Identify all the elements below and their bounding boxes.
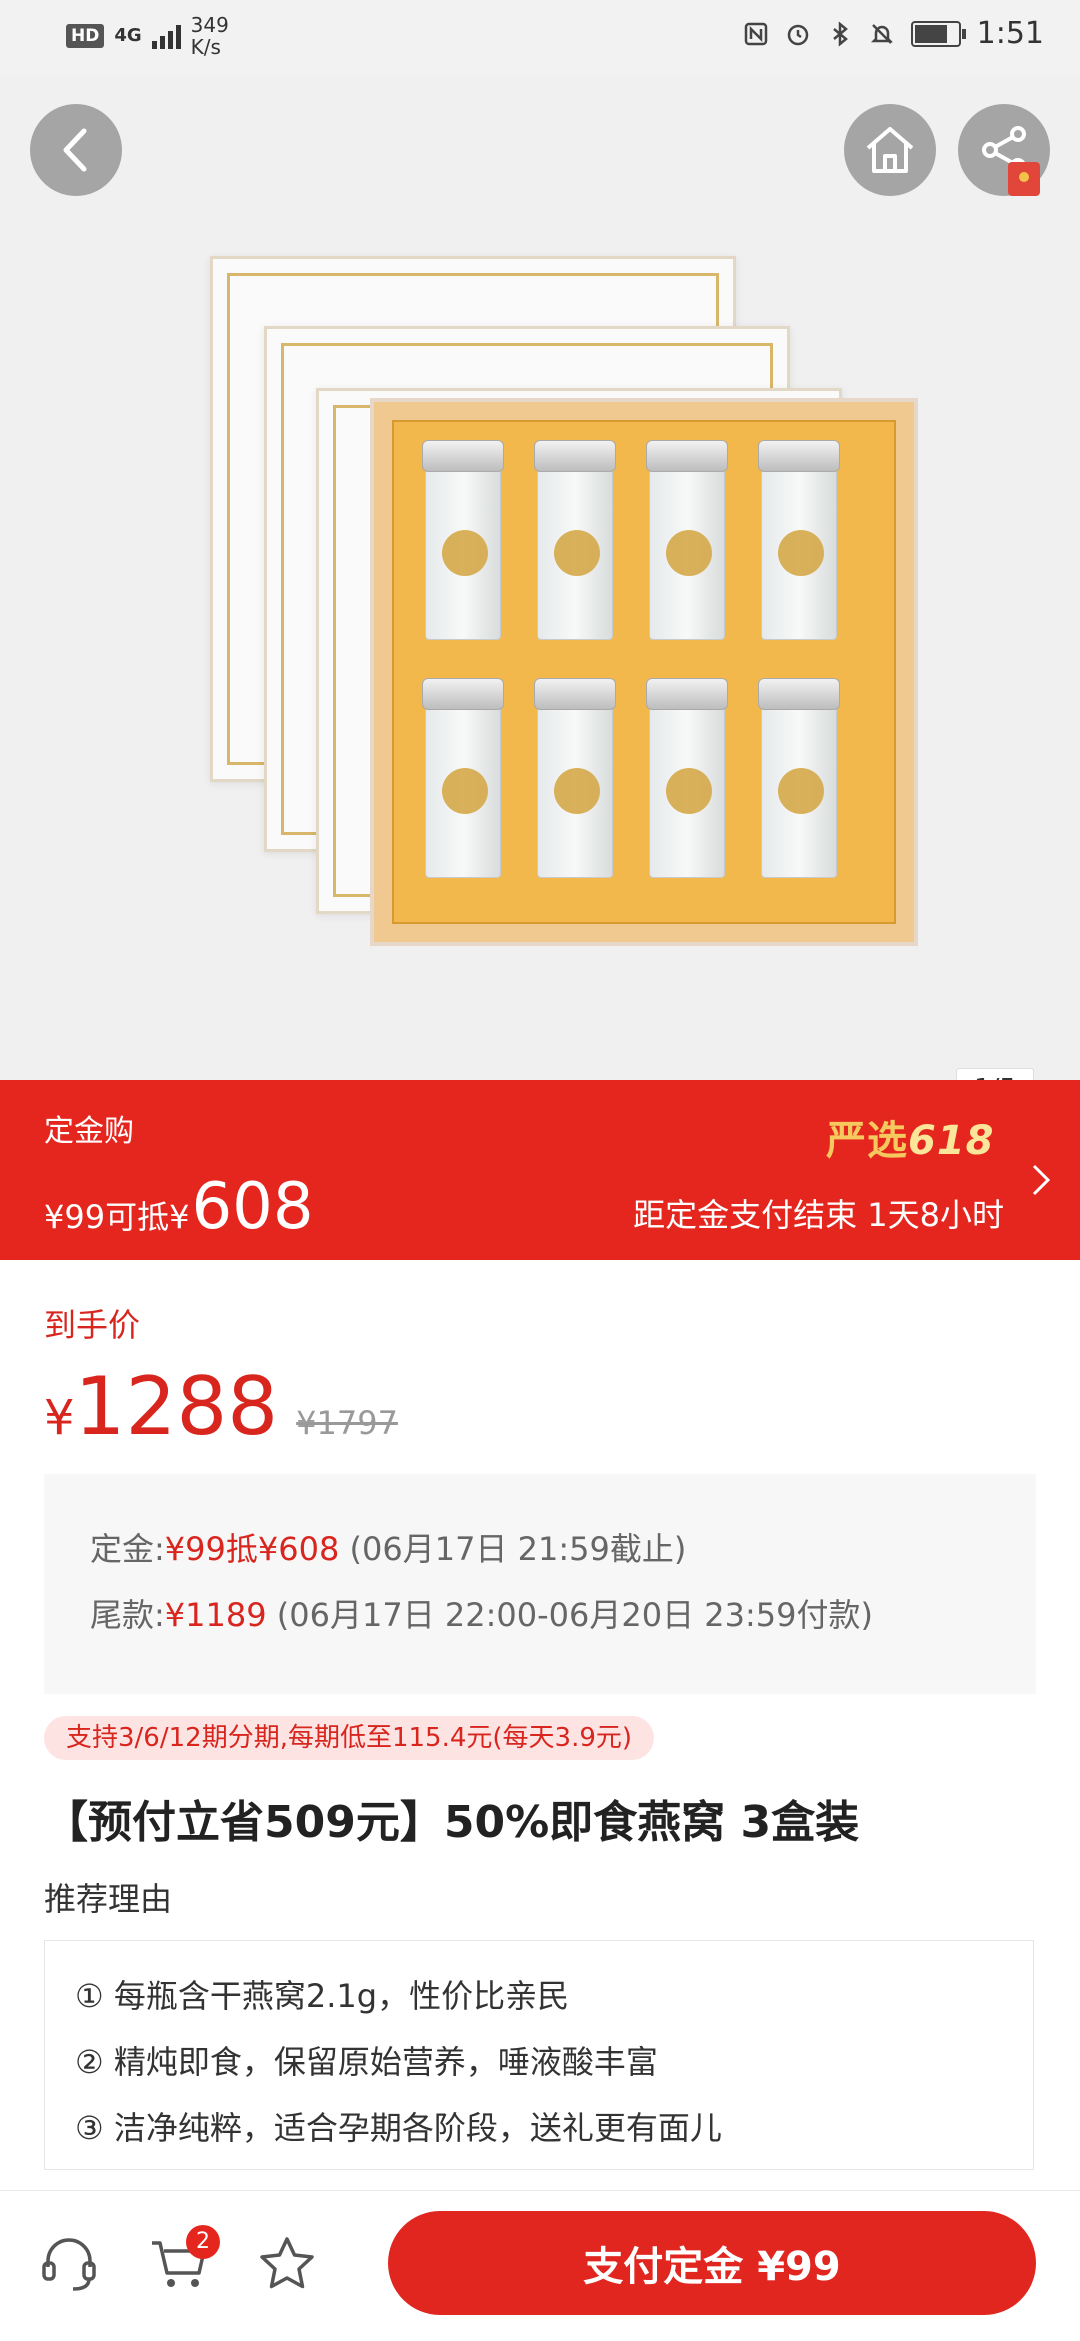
speed-unit: K/s bbox=[190, 35, 221, 59]
price-value: 1288 bbox=[74, 1360, 279, 1453]
jar bbox=[646, 440, 728, 640]
reason-item: ① 每瓶含干燕窝2.1g，性价比亲民 bbox=[75, 1977, 570, 2015]
balance-row: 尾款:¥1189 (06月17日 22:00-06月20日 23:59付款) bbox=[90, 1590, 873, 1636]
pay-deposit-button[interactable]: 支付定金 ¥99 bbox=[388, 2211, 1036, 2315]
jar bbox=[758, 678, 840, 878]
customer-service-icon[interactable] bbox=[36, 2231, 102, 2297]
jar bbox=[534, 440, 616, 640]
jar bbox=[646, 678, 728, 878]
bluetooth-icon bbox=[832, 20, 848, 47]
network-speed: 349 K/s bbox=[191, 14, 229, 58]
status-left: HD 4G 349 K/s bbox=[66, 14, 229, 58]
bottom-action-bar: 2 支付定金 ¥99 bbox=[0, 2190, 1080, 2341]
balance-amount: ¥1189 bbox=[164, 1596, 267, 1634]
network-type: 4G bbox=[114, 25, 142, 46]
deposit-banner[interactable]: 定金购 ¥99可抵¥ 608 严选618 距定金支付结束 1天8小时 bbox=[0, 1080, 1080, 1260]
cart-count-badge: 2 bbox=[186, 2225, 220, 2259]
chevron-right-icon bbox=[1032, 1164, 1051, 1196]
status-bar: HD 4G 349 K/s 1:51 bbox=[0, 0, 1080, 76]
jar bbox=[422, 678, 504, 878]
signal-icon bbox=[151, 23, 181, 49]
deposit-value: 608 bbox=[191, 1170, 314, 1244]
gift-tray bbox=[370, 398, 918, 946]
chevron-left-icon bbox=[63, 128, 87, 172]
alarm-icon bbox=[787, 24, 808, 45]
battery-icon bbox=[910, 20, 966, 47]
hd-badge: HD bbox=[66, 24, 105, 48]
recommend-reasons: ① 每瓶含干燕窝2.1g，性价比亲民 ② 精炖即食，保留原始营养，唾液酸丰富 ③… bbox=[44, 1940, 1034, 2170]
product-image-gallery[interactable]: 1/5 bbox=[0, 76, 1080, 1080]
status-right: 1:51 bbox=[743, 16, 1044, 51]
nfc-icon bbox=[744, 22, 767, 45]
deposit-label: 定金: bbox=[90, 1530, 165, 1568]
payment-schedule: 定金:¥99抵¥608 (06月17日 21:59截止) 尾款:¥1189 (0… bbox=[44, 1474, 1036, 1694]
red-envelope-icon[interactable] bbox=[1008, 162, 1040, 196]
star-favorite-icon[interactable] bbox=[254, 2231, 320, 2297]
jar bbox=[422, 440, 504, 640]
deposit-note: (06月17日 21:59截止) bbox=[339, 1530, 687, 1568]
installment-badge[interactable]: 支持3/6/12期分期,每期低至115.4元(每天3.9元) bbox=[44, 1716, 655, 1760]
original-price: ¥1797 bbox=[296, 1404, 398, 1442]
deposit-amount: ¥99抵¥608 bbox=[164, 1530, 340, 1568]
deposit-text: ¥99可抵¥ bbox=[44, 1198, 190, 1236]
reason-item: ③ 洁净纯粹，适合孕期各阶段，送礼更有面儿 bbox=[75, 2109, 722, 2147]
clock: 1:51 bbox=[976, 16, 1044, 51]
final-price-label: 到手价 bbox=[44, 1306, 141, 1344]
balance-note: (06月17日 22:00-06月20日 23:59付款) bbox=[266, 1596, 873, 1634]
mute-bell-icon bbox=[870, 23, 893, 44]
jar bbox=[534, 678, 616, 878]
back-button[interactable] bbox=[30, 104, 122, 196]
home-icon bbox=[866, 127, 914, 173]
speed-value: 349 bbox=[190, 13, 229, 37]
yanxuan-618-logo: 严选618 bbox=[826, 1108, 995, 1166]
product-title: 【预付立省509元】50%即食燕窝 3盒装 bbox=[44, 1797, 860, 1848]
recommend-reason-label: 推荐理由 bbox=[44, 1880, 173, 1918]
final-price: ¥ 1288 ¥1797 bbox=[44, 1360, 398, 1453]
product-image bbox=[190, 176, 950, 946]
deposit-countdown: 距定金支付结束 1天8小时 bbox=[633, 1196, 1004, 1234]
jar bbox=[758, 440, 840, 640]
deposit-row: 定金:¥99抵¥608 (06月17日 21:59截止) bbox=[90, 1524, 686, 1570]
currency-symbol: ¥ bbox=[44, 1390, 75, 1446]
balance-label: 尾款: bbox=[90, 1596, 165, 1634]
image-pager: 1/5 bbox=[956, 1068, 1034, 1080]
logo-num: 618 bbox=[908, 1118, 995, 1164]
deposit-price: ¥99可抵¥ 608 bbox=[44, 1170, 314, 1244]
logo-text: 严选 bbox=[826, 1118, 908, 1164]
home-button[interactable] bbox=[844, 104, 936, 196]
deposit-title: 定金购 bbox=[44, 1114, 134, 1149]
reason-item: ② 精炖即食，保留原始营养，唾液酸丰富 bbox=[75, 2043, 658, 2081]
